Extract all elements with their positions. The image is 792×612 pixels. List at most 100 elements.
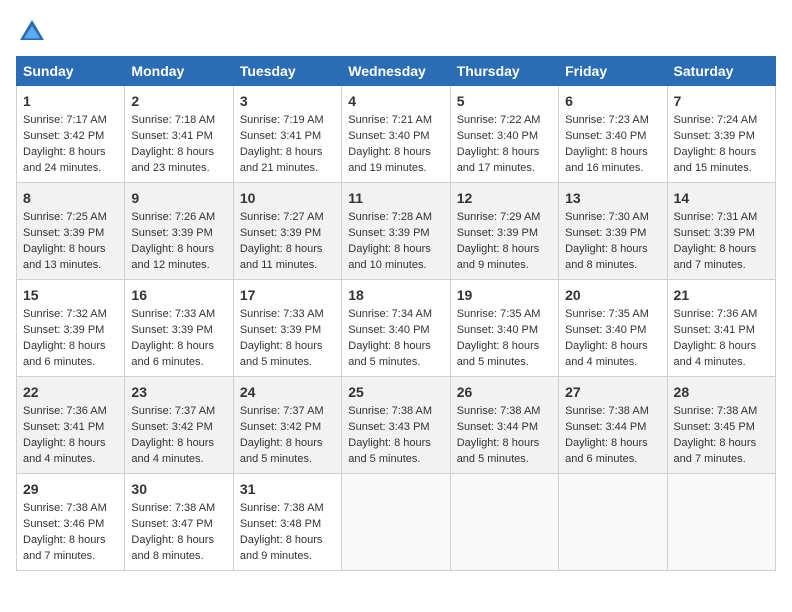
sunrise: Sunrise: 7:24 AM bbox=[674, 114, 758, 126]
sunrise: Sunrise: 7:38 AM bbox=[23, 502, 107, 514]
day-number: 14 bbox=[674, 188, 769, 208]
day-number: 27 bbox=[565, 382, 660, 402]
daylight: Daylight: 8 hours and 7 minutes. bbox=[674, 437, 757, 465]
sunrise: Sunrise: 7:38 AM bbox=[674, 405, 758, 417]
daylight: Daylight: 8 hours and 12 minutes. bbox=[131, 243, 214, 271]
day-number: 5 bbox=[457, 91, 552, 111]
calendar-cell: 18Sunrise: 7:34 AMSunset: 3:40 PMDayligh… bbox=[342, 280, 450, 377]
calendar-cell bbox=[559, 474, 667, 571]
col-header-thursday: Thursday bbox=[450, 57, 558, 86]
daylight: Daylight: 8 hours and 13 minutes. bbox=[23, 243, 106, 271]
calendar-cell: 17Sunrise: 7:33 AMSunset: 3:39 PMDayligh… bbox=[233, 280, 341, 377]
sunset: Sunset: 3:39 PM bbox=[23, 324, 104, 336]
daylight: Daylight: 8 hours and 4 minutes. bbox=[674, 340, 757, 368]
col-header-friday: Friday bbox=[559, 57, 667, 86]
daylight: Daylight: 8 hours and 17 minutes. bbox=[457, 146, 540, 174]
sunset: Sunset: 3:40 PM bbox=[348, 130, 429, 142]
sunrise: Sunrise: 7:23 AM bbox=[565, 114, 649, 126]
week-row-5: 29 Sunrise: 7:38 AM Sunset: 3:46 PM Dayligh… bbox=[17, 474, 776, 571]
sunset: Sunset: 3:41 PM bbox=[23, 421, 104, 433]
calendar-cell bbox=[450, 474, 558, 571]
calendar-cell: 9 Sunrise: 7:26 AM Sunset: 3:39 PM Daylight… bbox=[125, 183, 233, 280]
sunrise: Sunrise: 7:35 AM bbox=[457, 308, 541, 320]
daylight: Daylight: 8 hours and 6 minutes. bbox=[565, 437, 648, 465]
daylight: Daylight: 8 hours and 8 minutes. bbox=[565, 243, 648, 271]
sunset: Sunset: 3:40 PM bbox=[457, 130, 538, 142]
day-number: 20 bbox=[565, 285, 660, 305]
sunset: Sunset: 3:40 PM bbox=[348, 324, 429, 336]
calendar-cell: 29 Sunrise: 7:38 AM Sunset: 3:46 PM Dayligh… bbox=[17, 474, 125, 571]
day-number: 28 bbox=[674, 382, 769, 402]
sunset: Sunset: 3:44 PM bbox=[565, 421, 646, 433]
col-header-wednesday: Wednesday bbox=[342, 57, 450, 86]
daylight: Daylight: 8 hours and 5 minutes. bbox=[457, 340, 540, 368]
sunrise: Sunrise: 7:18 AM bbox=[131, 114, 215, 126]
daylight: Daylight: 8 hours and 6 minutes. bbox=[131, 340, 214, 368]
sunset: Sunset: 3:39 PM bbox=[131, 227, 212, 239]
daylight: Daylight: 8 hours and 9 minutes. bbox=[240, 534, 323, 562]
day-number: 29 bbox=[23, 479, 118, 499]
calendar-cell: 24Sunrise: 7:37 AMSunset: 3:42 PMDayligh… bbox=[233, 377, 341, 474]
sunrise: Sunrise: 7:31 AM bbox=[674, 211, 758, 223]
day-number: 26 bbox=[457, 382, 552, 402]
sunrise: Sunrise: 7:17 AM bbox=[23, 114, 107, 126]
day-number: 31 bbox=[240, 479, 335, 499]
calendar-cell: 11Sunrise: 7:28 AMSunset: 3:39 PMDayligh… bbox=[342, 183, 450, 280]
calendar-cell: 12Sunrise: 7:29 AMSunset: 3:39 PMDayligh… bbox=[450, 183, 558, 280]
daylight: Daylight: 8 hours and 10 minutes. bbox=[348, 243, 431, 271]
day-number: 3 bbox=[240, 91, 335, 111]
calendar-cell: 21Sunrise: 7:36 AMSunset: 3:41 PMDayligh… bbox=[667, 280, 775, 377]
calendar-cell bbox=[342, 474, 450, 571]
daylight: Daylight: 8 hours and 7 minutes. bbox=[23, 534, 106, 562]
sunset: Sunset: 3:40 PM bbox=[565, 130, 646, 142]
logo bbox=[16, 16, 52, 48]
daylight: Daylight: 8 hours and 5 minutes. bbox=[348, 437, 431, 465]
calendar-cell: 4Sunrise: 7:21 AMSunset: 3:40 PMDaylight… bbox=[342, 86, 450, 183]
day-number: 24 bbox=[240, 382, 335, 402]
day-number: 11 bbox=[348, 188, 443, 208]
sunrise: Sunrise: 7:38 AM bbox=[348, 405, 432, 417]
day-number: 21 bbox=[674, 285, 769, 305]
calendar-cell: 14Sunrise: 7:31 AMSunset: 3:39 PMDayligh… bbox=[667, 183, 775, 280]
col-header-sunday: Sunday bbox=[17, 57, 125, 86]
daylight: Daylight: 8 hours and 4 minutes. bbox=[23, 437, 106, 465]
col-header-monday: Monday bbox=[125, 57, 233, 86]
calendar-cell: 16Sunrise: 7:33 AMSunset: 3:39 PMDayligh… bbox=[125, 280, 233, 377]
sunset: Sunset: 3:48 PM bbox=[240, 518, 321, 530]
day-number: 30 bbox=[131, 479, 226, 499]
day-number: 9 bbox=[131, 188, 226, 208]
sunset: Sunset: 3:44 PM bbox=[457, 421, 538, 433]
daylight: Daylight: 8 hours and 23 minutes. bbox=[131, 146, 214, 174]
sunrise: Sunrise: 7:37 AM bbox=[240, 405, 324, 417]
sunrise: Sunrise: 7:38 AM bbox=[565, 405, 649, 417]
sunset: Sunset: 3:46 PM bbox=[23, 518, 104, 530]
day-number: 7 bbox=[674, 91, 769, 111]
sunset: Sunset: 3:41 PM bbox=[674, 324, 755, 336]
calendar-cell: 15Sunrise: 7:32 AMSunset: 3:39 PMDayligh… bbox=[17, 280, 125, 377]
calendar-cell: 3Sunrise: 7:19 AMSunset: 3:41 PMDaylight… bbox=[233, 86, 341, 183]
sunrise: Sunrise: 7:38 AM bbox=[457, 405, 541, 417]
calendar-cell: 20Sunrise: 7:35 AMSunset: 3:40 PMDayligh… bbox=[559, 280, 667, 377]
sunrise: Sunrise: 7:32 AM bbox=[23, 308, 107, 320]
sunset: Sunset: 3:39 PM bbox=[674, 130, 755, 142]
week-row-3: 15Sunrise: 7:32 AMSunset: 3:39 PMDayligh… bbox=[17, 280, 776, 377]
calendar-cell: 22Sunrise: 7:36 AMSunset: 3:41 PMDayligh… bbox=[17, 377, 125, 474]
sunset: Sunset: 3:43 PM bbox=[348, 421, 429, 433]
sunrise: Sunrise: 7:25 AM bbox=[23, 211, 107, 223]
sunset: Sunset: 3:39 PM bbox=[565, 227, 646, 239]
calendar-cell bbox=[667, 474, 775, 571]
sunrise: Sunrise: 7:26 AM bbox=[131, 211, 215, 223]
day-number: 18 bbox=[348, 285, 443, 305]
daylight: Daylight: 8 hours and 19 minutes. bbox=[348, 146, 431, 174]
daylight: Daylight: 8 hours and 11 minutes. bbox=[240, 243, 323, 271]
calendar-cell: 13Sunrise: 7:30 AMSunset: 3:39 PMDayligh… bbox=[559, 183, 667, 280]
calendar-cell: 19Sunrise: 7:35 AMSunset: 3:40 PMDayligh… bbox=[450, 280, 558, 377]
sunrise: Sunrise: 7:19 AM bbox=[240, 114, 324, 126]
day-number: 10 bbox=[240, 188, 335, 208]
sunrise: Sunrise: 7:28 AM bbox=[348, 211, 432, 223]
daylight: Daylight: 8 hours and 16 minutes. bbox=[565, 146, 648, 174]
day-number: 4 bbox=[348, 91, 443, 111]
daylight: Daylight: 8 hours and 4 minutes. bbox=[565, 340, 648, 368]
week-row-1: 1Sunrise: 7:17 AMSunset: 3:42 PMDaylight… bbox=[17, 86, 776, 183]
daylight: Daylight: 8 hours and 5 minutes. bbox=[348, 340, 431, 368]
